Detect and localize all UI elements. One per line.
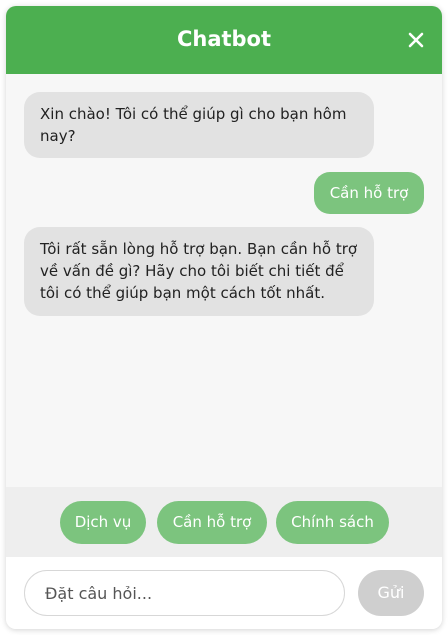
close-icon bbox=[408, 32, 424, 48]
bot-message: Xin chào! Tôi có thể giúp gì cho bạn hôm… bbox=[24, 92, 374, 158]
quick-reply-chinh-sach[interactable]: Chính sách bbox=[276, 501, 389, 544]
chat-title: Chatbot bbox=[176, 27, 272, 51]
bot-message: Tôi rất sẵn lòng hỗ trợ bạn. Bạn cần hỗ … bbox=[24, 227, 374, 316]
quick-reply-dich-vu[interactable]: Dịch vụ bbox=[60, 501, 146, 544]
chatbot-widget: Chatbot Xin chào! Tôi có thể giúp gì cho… bbox=[6, 6, 442, 629]
quick-replies: Dịch vụ Cần hỗ trợ Chính sách bbox=[6, 487, 442, 557]
question-input[interactable] bbox=[24, 570, 345, 616]
user-message: Cần hỗ trợ bbox=[314, 172, 424, 214]
quick-reply-can-ho-tro[interactable]: Cần hỗ trợ bbox=[157, 501, 267, 544]
chat-header: Chatbot bbox=[6, 6, 442, 74]
close-button[interactable] bbox=[404, 28, 428, 52]
send-button[interactable]: Gửi bbox=[358, 570, 424, 616]
composer: Gửi bbox=[6, 557, 442, 629]
message-list[interactable]: Xin chào! Tôi có thể giúp gì cho bạn hôm… bbox=[6, 74, 442, 487]
